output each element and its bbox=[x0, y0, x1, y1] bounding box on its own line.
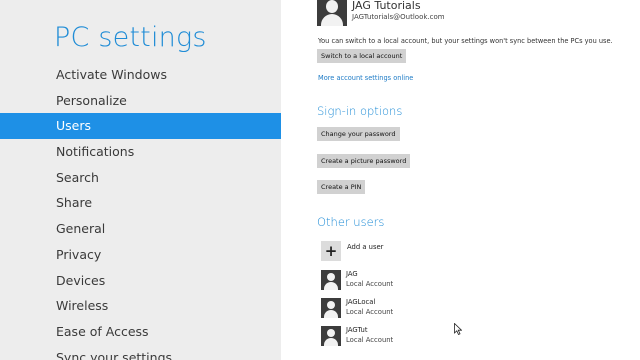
sidebar: PC settings Activate Windows Personalize… bbox=[0, 0, 281, 360]
nav-item-devices[interactable]: Devices bbox=[0, 268, 281, 294]
user-name: JAG bbox=[346, 270, 358, 278]
user-name: JAGTut bbox=[346, 326, 368, 334]
user-avatar-icon bbox=[321, 298, 341, 318]
nav-item-ease-of-access[interactable]: Ease of Access bbox=[0, 319, 281, 345]
account-avatar-icon[interactable] bbox=[317, 0, 347, 26]
app-title: PC settings bbox=[54, 22, 207, 53]
nav-item-search[interactable]: Search bbox=[0, 165, 281, 191]
create-picture-password-button[interactable]: Create a picture password bbox=[317, 154, 411, 168]
switch-local-account-button[interactable]: Switch to a local account bbox=[317, 49, 407, 63]
nav-item-users[interactable]: Users bbox=[0, 113, 281, 140]
user-avatar-icon bbox=[321, 270, 341, 290]
user-tile-jag[interactable]: JAG Local Account bbox=[321, 270, 521, 290]
user-account-type: Local Account bbox=[346, 308, 394, 316]
nav-item-general[interactable]: General bbox=[0, 216, 281, 242]
account-email: JAGTutorials@Outlook.com bbox=[352, 13, 445, 21]
nav-item-wireless[interactable]: Wireless bbox=[0, 293, 281, 319]
change-password-button[interactable]: Change your password bbox=[317, 127, 400, 141]
nav-item-personalize[interactable]: Personalize bbox=[0, 88, 281, 114]
add-user-label: Add a user bbox=[347, 243, 384, 251]
nav-item-activate-windows[interactable]: Activate Windows bbox=[0, 62, 281, 88]
nav-item-sync-settings[interactable]: Sync your settings bbox=[0, 345, 281, 360]
more-account-settings-link[interactable]: More account settings online bbox=[318, 74, 413, 82]
mouse-cursor-icon bbox=[454, 323, 462, 335]
user-tile-jagtut[interactable]: JAGTut Local Account bbox=[321, 326, 521, 346]
user-name: JAGLocal bbox=[346, 298, 376, 306]
nav-item-privacy[interactable]: Privacy bbox=[0, 242, 281, 268]
account-note: You can switch to a local account, but y… bbox=[318, 37, 613, 45]
user-account-type: Local Account bbox=[346, 280, 394, 288]
user-avatar-icon bbox=[321, 326, 341, 346]
create-pin-button[interactable]: Create a PIN bbox=[317, 180, 366, 194]
other-users-heading: Other users bbox=[317, 215, 385, 229]
nav-item-share[interactable]: Share bbox=[0, 190, 281, 216]
signin-options-heading: Sign-in options bbox=[317, 104, 403, 118]
plus-icon: + bbox=[321, 241, 341, 261]
user-account-type: Local Account bbox=[346, 336, 394, 344]
nav-item-notifications[interactable]: Notifications bbox=[0, 139, 281, 165]
users-panel: JAG Tutorials JAGTutorials@Outlook.com Y… bbox=[281, 0, 640, 360]
account-name: JAG Tutorials bbox=[352, 0, 421, 12]
settings-nav: Activate Windows Personalize Users Notif… bbox=[0, 62, 281, 360]
user-tile-jaglocal[interactable]: JAGLocal Local Account bbox=[321, 298, 521, 318]
